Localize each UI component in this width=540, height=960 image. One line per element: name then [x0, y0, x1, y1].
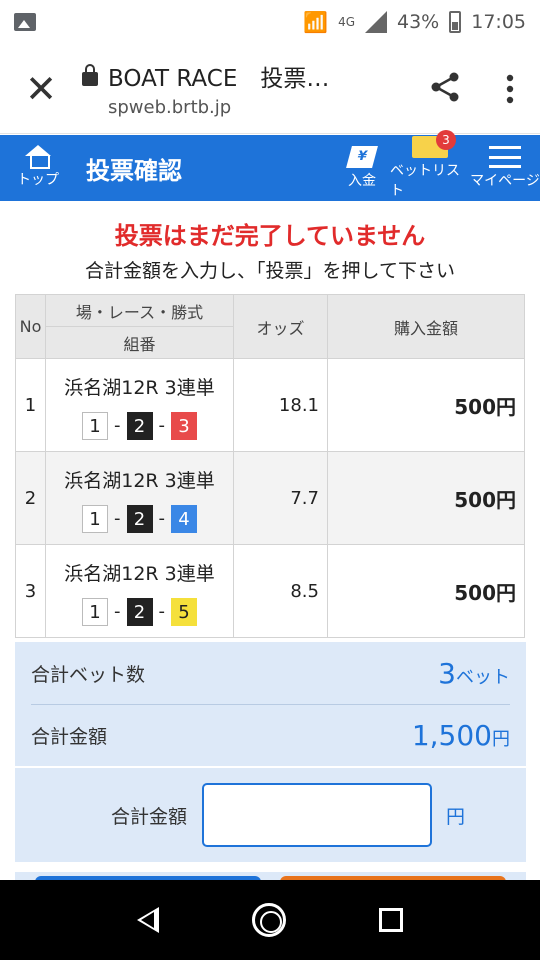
home-icon	[25, 145, 51, 169]
separator: -	[114, 415, 121, 436]
boat-number: 1	[82, 597, 108, 626]
row-no: 3	[15, 544, 46, 638]
odds: 18.1	[233, 358, 328, 452]
share-icon	[431, 72, 459, 101]
home-button[interactable]: トップ	[0, 145, 76, 189]
recents-nav-icon[interactable]	[379, 908, 404, 932]
clock: 17:05	[471, 11, 526, 33]
amount-input-unit: 円	[446, 805, 466, 828]
page-domain: spweb.brtb.jp	[108, 97, 232, 118]
race-name: 浜名湖12R 3連単	[64, 562, 215, 585]
incomplete-warning: 投票はまだ完了していません	[114, 222, 426, 250]
boat-number: 2	[126, 597, 153, 626]
table-row: 1 浜名湖12R 3連単 1 - 2 - 3 18.1 500円	[15, 358, 525, 452]
separator: -	[158, 508, 166, 529]
more-options-button[interactable]	[480, 74, 540, 104]
row-no: 2	[15, 451, 46, 545]
race-cell: 浜名湖12R 3連単 1 - 2 - 3	[45, 358, 234, 452]
browser-toolbar: ✕ BOAT RACE 投票… spweb.brtb.jp	[0, 44, 540, 134]
home-label: トップ	[17, 172, 59, 188]
deposit-button[interactable]: ¥ 入金	[334, 146, 390, 190]
instruction-text: 合計金額を入力し、「投票」を押して下さい	[85, 260, 455, 282]
boat-number: 1	[82, 504, 108, 533]
home-nav-icon[interactable]	[251, 903, 286, 937]
col-header-odds: オッズ	[233, 294, 328, 359]
odds: 7.7	[233, 451, 328, 545]
betlist-label: ベットリスト	[390, 163, 460, 199]
page-title: BOAT RACE 投票…	[108, 66, 330, 92]
separator: -	[114, 601, 121, 622]
col-header-no: No	[15, 294, 46, 359]
battery-percent: 43%	[397, 11, 440, 33]
bet-table: No 場・レース・勝式 オッズ 購入金額 組番 1 浜名湖12R 3連単 1 -…	[15, 294, 525, 638]
total-amount-input[interactable]	[202, 783, 432, 847]
hamburger-icon	[489, 146, 521, 168]
race-name: 浜名湖12R 3連単	[64, 469, 215, 492]
signal-icon	[365, 11, 387, 33]
battery-icon	[449, 11, 462, 33]
system-nav-bar	[0, 880, 540, 960]
table-row: 2 浜名湖12R 3連単 1 - 2 - 4 7.7 500円	[15, 451, 525, 545]
boat-number: 3	[171, 411, 197, 440]
total-amount-value: 1,500円	[411, 719, 510, 752]
header-title: 投票確認	[86, 156, 182, 185]
bet-summary: 合計ベット数 3ベット 合計金額 1,500円	[15, 642, 526, 766]
boat-number: 1	[82, 411, 108, 440]
network-label: 4G	[338, 15, 355, 29]
total-bets-row: 合計ベット数 3ベット	[31, 642, 510, 704]
race-cell: 浜名湖12R 3連単 1 - 2 - 4	[45, 451, 234, 545]
total-amount-label: 合計金額	[31, 726, 108, 748]
app-header: トップ 投票確認 ¥ 入金 3 ベットリスト マイページ	[0, 130, 540, 201]
boat-number: 2	[126, 504, 153, 533]
boat-number: 2	[126, 411, 153, 440]
separator: -	[114, 508, 121, 529]
race-name: 浜名湖12R 3連単	[64, 376, 215, 399]
total-bets-value: 3ベット	[438, 656, 510, 690]
purchase-amount: 500円	[327, 451, 525, 545]
back-nav-icon[interactable]	[136, 907, 159, 933]
boat-number: 5	[171, 597, 197, 626]
separator: -	[158, 601, 166, 622]
yen-icon: ¥	[346, 146, 378, 168]
amount-input-area: 合計金額 円	[15, 768, 526, 862]
gallery-notification-icon	[14, 13, 36, 31]
combination: 1 - 2 - 5	[82, 597, 197, 626]
combination: 1 - 2 - 4	[82, 504, 197, 533]
url-block[interactable]: BOAT RACE 投票… spweb.brtb.jp	[82, 59, 410, 118]
purchase-amount: 500円	[327, 358, 525, 452]
lock-icon	[82, 64, 98, 86]
col-header-combo: 組番	[45, 326, 234, 359]
separator: -	[158, 415, 166, 436]
mypage-button[interactable]: マイページ	[470, 146, 540, 190]
more-vert-icon	[506, 74, 514, 103]
col-header-race: 場・レース・勝式	[45, 294, 234, 327]
table-row: 3 浜名湖12R 3連単 1 - 2 - 5 8.5 500円	[15, 544, 525, 638]
odds: 8.5	[233, 544, 328, 638]
boat-number: 4	[171, 504, 197, 533]
amount-input-label: 合計金額	[110, 805, 187, 828]
purchase-amount: 500円	[327, 544, 525, 638]
total-amount-row: 合計金額 1,500円	[31, 704, 510, 766]
total-bets-label: 合計ベット数	[31, 663, 146, 686]
action-buttons-area	[15, 872, 526, 884]
betlist-button[interactable]: 3 ベットリスト	[390, 130, 470, 200]
share-button[interactable]	[410, 70, 480, 108]
close-tab-button[interactable]: ✕	[0, 70, 82, 108]
status-bar: 📶 4G 43% 17:05	[0, 0, 540, 44]
nfc-icon: 📶	[303, 10, 329, 34]
race-cell: 浜名湖12R 3連単 1 - 2 - 5	[45, 544, 234, 638]
row-no: 1	[15, 358, 46, 452]
col-header-amount: 購入金額	[327, 294, 525, 359]
combination: 1 - 2 - 3	[82, 411, 197, 440]
betlist-badge: 3	[436, 130, 456, 150]
deposit-label: 入金	[348, 173, 376, 189]
mypage-label: マイページ	[470, 173, 540, 189]
